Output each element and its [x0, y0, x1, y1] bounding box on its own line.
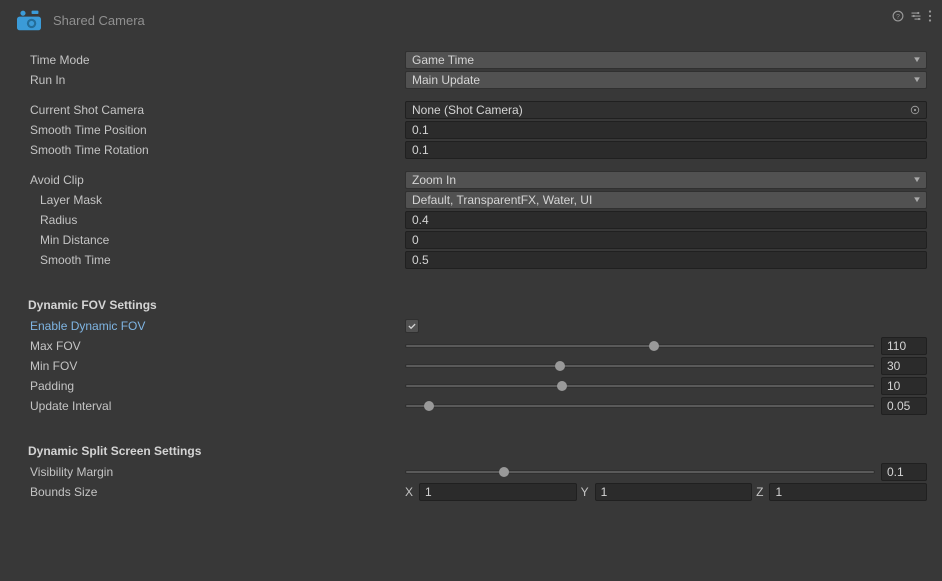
padding-input[interactable]: 10: [881, 377, 927, 395]
visibility-margin-label: Visibility Margin: [30, 465, 405, 479]
clip-smooth-time-input[interactable]: 0.5: [405, 251, 927, 269]
enable-dynamic-fov-label: Enable Dynamic FOV: [30, 319, 405, 333]
avoid-clip-label: Avoid Clip: [30, 173, 405, 187]
dynamic-fov-header: Dynamic FOV Settings: [0, 290, 942, 316]
radius-input[interactable]: 0.4: [405, 211, 927, 229]
visibility-margin-input[interactable]: 0.1: [881, 463, 927, 481]
chevron-down-icon: ▼: [912, 75, 922, 84]
split-screen-header: Dynamic Split Screen Settings: [0, 436, 942, 462]
chevron-down-icon: ▼: [912, 55, 922, 64]
time-mode-label: Time Mode: [30, 53, 405, 67]
min-distance-label: Min Distance: [40, 233, 405, 247]
max-fov-input[interactable]: 110: [881, 337, 927, 355]
smooth-time-position-label: Smooth Time Position: [30, 123, 405, 137]
bounds-size-x-input[interactable]: 1: [419, 483, 577, 501]
component-header: Shared Camera ?: [0, 0, 942, 50]
padding-slider[interactable]: [405, 377, 875, 395]
min-distance-input[interactable]: 0: [405, 231, 927, 249]
bounds-size-y-input[interactable]: 1: [595, 483, 753, 501]
help-icon[interactable]: ?: [892, 10, 904, 25]
update-interval-label: Update Interval: [30, 399, 405, 413]
update-interval-input[interactable]: 0.05: [881, 397, 927, 415]
padding-label: Padding: [30, 379, 405, 393]
layer-mask-label: Layer Mask: [40, 193, 405, 207]
bounds-size-label: Bounds Size: [30, 485, 405, 499]
bounds-size-z-input[interactable]: 1: [769, 483, 927, 501]
run-in-dropdown[interactable]: Main Update ▼: [405, 71, 927, 89]
check-icon: [407, 321, 417, 331]
min-fov-label: Min FOV: [30, 359, 405, 373]
time-mode-dropdown[interactable]: Game Time ▼: [405, 51, 927, 69]
layer-mask-dropdown[interactable]: Default, TransparentFX, Water, UI ▼: [405, 191, 927, 209]
context-menu-icon[interactable]: [928, 10, 932, 25]
smooth-time-rotation-label: Smooth Time Rotation: [30, 143, 405, 157]
presets-icon[interactable]: [910, 10, 922, 25]
svg-text:?: ?: [896, 14, 900, 21]
object-picker-icon[interactable]: [908, 103, 922, 117]
enable-dynamic-fov-checkbox[interactable]: [405, 319, 419, 333]
clip-smooth-time-label: Smooth Time: [40, 253, 405, 267]
run-in-value: Main Update: [412, 73, 480, 87]
update-interval-slider[interactable]: [405, 397, 875, 415]
avoid-clip-dropdown[interactable]: Zoom In ▼: [405, 171, 927, 189]
current-shot-camera-label: Current Shot Camera: [30, 103, 405, 117]
min-fov-slider[interactable]: [405, 357, 875, 375]
radius-label: Radius: [40, 213, 405, 227]
time-mode-value: Game Time: [412, 53, 474, 67]
run-in-label: Run In: [30, 73, 405, 87]
min-fov-input[interactable]: 30: [881, 357, 927, 375]
chevron-down-icon: ▼: [912, 175, 922, 184]
visibility-margin-slider[interactable]: [405, 463, 875, 481]
max-fov-label: Max FOV: [30, 339, 405, 353]
current-shot-camera-value: None (Shot Camera): [412, 103, 523, 117]
x-label: X: [405, 485, 415, 499]
layer-mask-value: Default, TransparentFX, Water, UI: [412, 193, 592, 207]
current-shot-camera-field[interactable]: None (Shot Camera): [405, 101, 927, 119]
chevron-down-icon: ▼: [912, 195, 922, 204]
smooth-time-position-input[interactable]: 0.1: [405, 121, 927, 139]
z-label: Z: [756, 485, 765, 499]
y-label: Y: [581, 485, 591, 499]
component-title: Shared Camera: [53, 13, 145, 28]
camera-icon: [15, 8, 43, 32]
max-fov-slider[interactable]: [405, 337, 875, 355]
smooth-time-rotation-input[interactable]: 0.1: [405, 141, 927, 159]
avoid-clip-value: Zoom In: [412, 173, 456, 187]
